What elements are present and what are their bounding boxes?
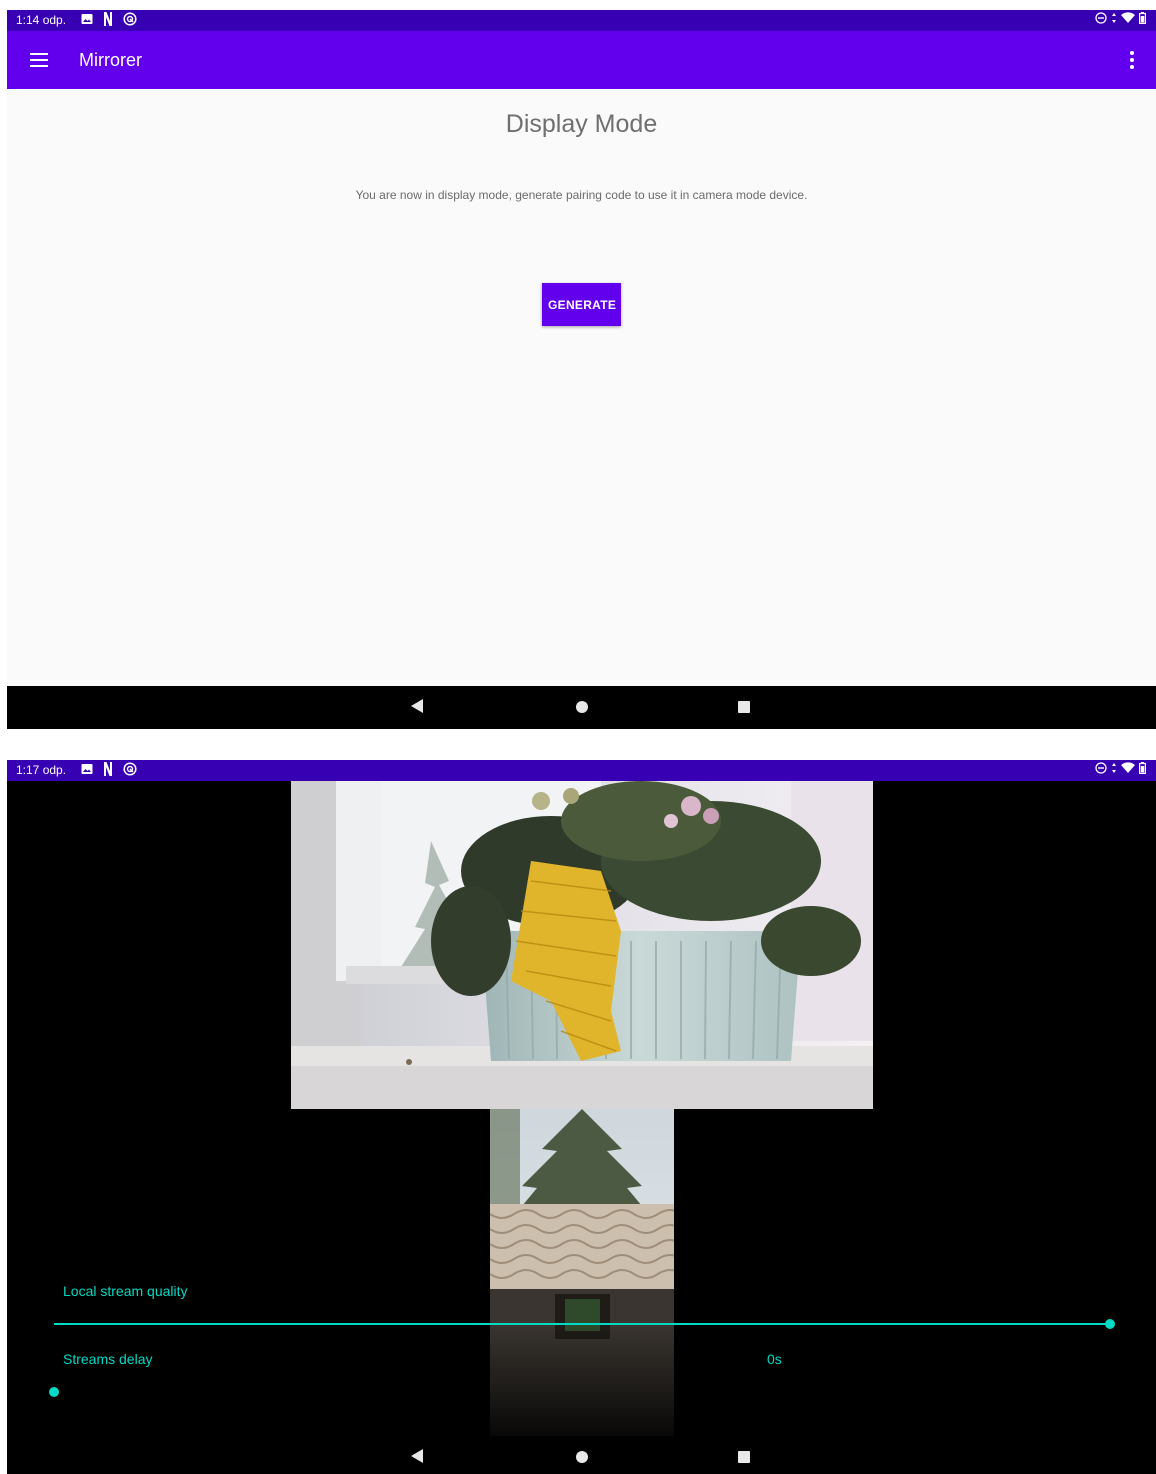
generate-button[interactable]: GENERATE bbox=[542, 283, 621, 326]
gallery-icon bbox=[81, 764, 93, 774]
quality-slider-thumb[interactable] bbox=[1105, 1319, 1115, 1329]
wifi-icon bbox=[1121, 762, 1135, 773]
hamburger-menu-icon[interactable] bbox=[29, 50, 49, 70]
dnd-icon bbox=[1095, 12, 1107, 24]
camera-stream-screen: 1:17 odp. Local stream quality Streams d… bbox=[7, 760, 1156, 1474]
home-icon[interactable] bbox=[576, 1451, 588, 1463]
status-time: 1:14 odp. bbox=[16, 13, 67, 27]
local-stream-quality-label: Local stream quality bbox=[63, 1283, 188, 1299]
netflix-icon bbox=[104, 12, 112, 26]
status-bar: 1:17 odp. bbox=[7, 760, 1156, 781]
app-title: Mirrorer bbox=[79, 50, 142, 70]
battery-icon bbox=[1139, 12, 1146, 24]
display-mode-screen: 1:14 odp. Mirrorer Display Mode You are … bbox=[7, 10, 1156, 729]
cast-icon bbox=[123, 12, 137, 26]
recents-icon[interactable] bbox=[738, 701, 750, 713]
home-icon[interactable] bbox=[576, 701, 588, 713]
streams-delay-value: 0s bbox=[767, 1351, 782, 1367]
overflow-menu-icon[interactable] bbox=[1124, 47, 1140, 73]
cast-icon bbox=[123, 762, 137, 776]
recents-icon[interactable] bbox=[738, 1451, 750, 1463]
data-arrows-icon bbox=[1112, 13, 1116, 23]
local-stream-quality-slider[interactable] bbox=[54, 1323, 1110, 1325]
app-bar: Mirrorer bbox=[7, 31, 1156, 89]
local-camera-stream bbox=[490, 1109, 674, 1436]
gallery-icon bbox=[81, 14, 93, 24]
data-arrows-icon bbox=[1112, 763, 1116, 773]
streams-delay-label: Streams delay bbox=[63, 1351, 153, 1367]
back-icon[interactable] bbox=[411, 699, 423, 713]
streams-delay-slider-thumb[interactable] bbox=[49, 1387, 59, 1397]
status-bar: 1:14 odp. bbox=[7, 10, 1156, 31]
dnd-icon bbox=[1095, 762, 1107, 774]
wifi-icon bbox=[1121, 12, 1135, 23]
status-time: 1:17 odp. bbox=[16, 763, 67, 777]
battery-icon bbox=[1139, 762, 1146, 774]
navigation-bar bbox=[7, 686, 1156, 729]
page-title: Display Mode bbox=[505, 110, 658, 138]
back-icon[interactable] bbox=[411, 1449, 423, 1463]
navigation-bar bbox=[7, 1436, 1156, 1474]
netflix-icon bbox=[104, 762, 112, 776]
mode-description: You are now in display mode, generate pa… bbox=[355, 188, 808, 202]
remote-camera-stream bbox=[291, 781, 873, 1109]
